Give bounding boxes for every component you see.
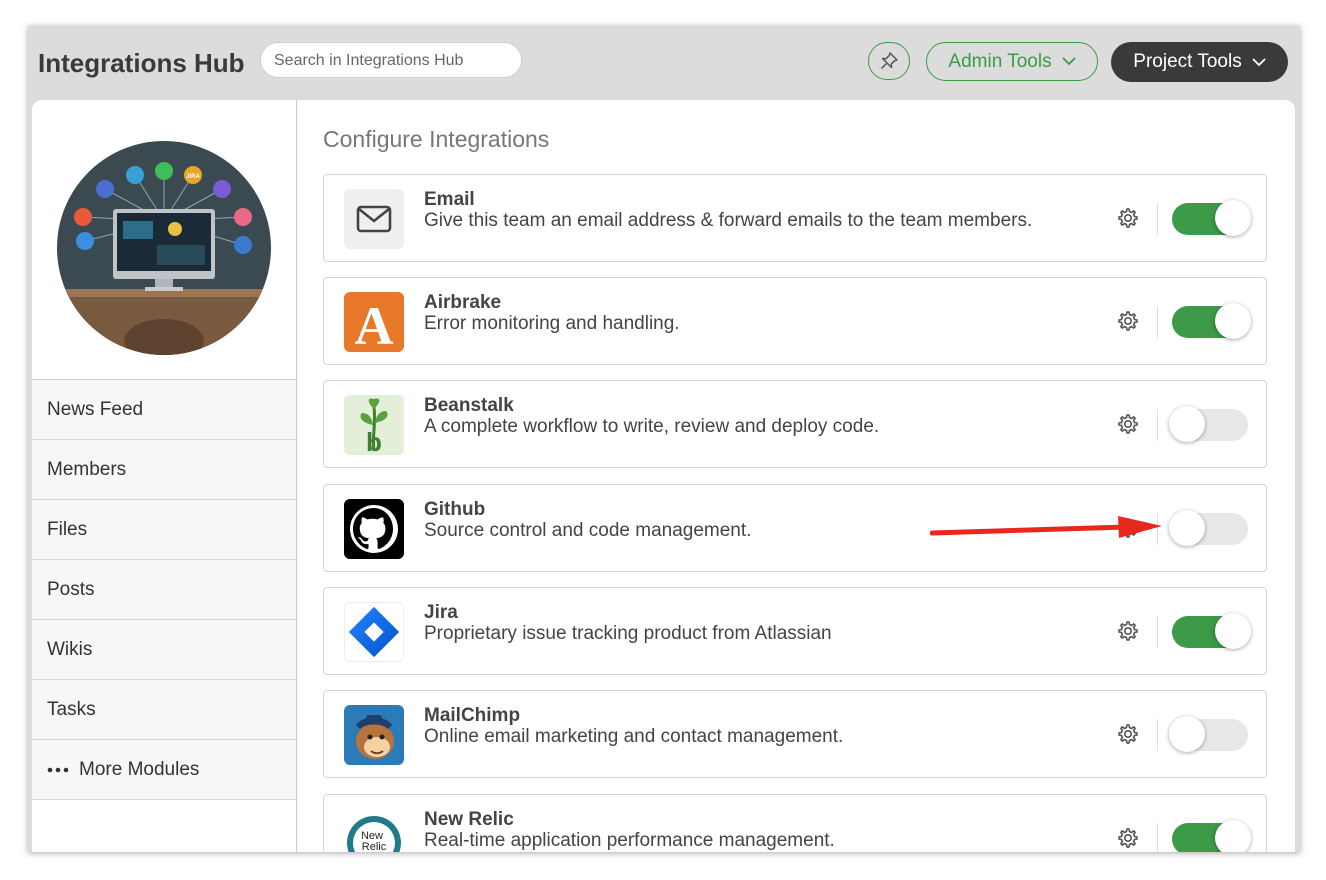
integration-card-github: Github Source control and code managemen… [323, 484, 1267, 572]
github-logo [344, 499, 404, 559]
beanstalk-logo-letter: b [366, 427, 382, 455]
separator [1157, 203, 1158, 235]
gear-icon[interactable] [1116, 412, 1140, 436]
toggle-knob [1215, 200, 1251, 236]
email-icon [344, 189, 404, 249]
project-tools-label: Project Tools [1133, 51, 1242, 72]
airbrake-logo-letter: A [355, 296, 394, 352]
gear-icon[interactable] [1116, 722, 1140, 746]
toggle-switch-new-relic[interactable] [1172, 820, 1251, 852]
sidebar-item-label: More Modules [79, 758, 200, 780]
separator [1157, 719, 1158, 751]
content-panel: JIRA News Feed Members Files Posts Wikis… [32, 100, 1295, 852]
integration-name: Beanstalk [424, 395, 514, 416]
toggle-knob [1169, 510, 1205, 546]
sidebar-item-members[interactable]: Members [32, 440, 296, 500]
integration-card-email: Email Give this team an email address & … [323, 174, 1267, 262]
hub-title: Integrations Hub [38, 48, 245, 78]
integration-description: A complete workflow to write, review and… [424, 416, 880, 437]
sidebar-item-label: Tasks [47, 698, 96, 720]
integration-name: New Relic [424, 809, 514, 830]
toggle-switch-github[interactable] [1169, 510, 1248, 546]
module-nav: News Feed Members Files Posts Wikis Task… [32, 380, 296, 800]
newrelic-logo-line2: Relic [362, 841, 387, 852]
main-content: Configure Integrations Email Give this t… [297, 100, 1295, 852]
admin-tools-label: Admin Tools [948, 50, 1052, 72]
toggle-knob [1169, 716, 1205, 752]
sidebar-item-label: News Feed [47, 398, 144, 420]
beanstalk-logo: b [344, 395, 404, 455]
sidebar-item-news-feed[interactable]: News Feed [32, 380, 296, 440]
toggle-knob [1215, 613, 1251, 649]
chevron-down-icon [1252, 57, 1266, 66]
separator [1157, 823, 1158, 852]
integration-card-jira: Jira Proprietary issue tracking product … [323, 587, 1267, 675]
integration-description: Source control and code management. [424, 520, 752, 541]
search-box[interactable] [260, 42, 522, 79]
toggle-switch-email[interactable] [1172, 200, 1251, 236]
integration-name: Github [424, 499, 486, 520]
sidebar-item-label: Files [47, 518, 88, 540]
section-title: Configure Integrations [323, 126, 550, 152]
sidebar-item-label: Members [47, 458, 127, 480]
toggle-knob [1215, 303, 1251, 339]
integration-name: Jira [424, 602, 458, 623]
pin-button[interactable] [868, 42, 910, 80]
integrations-illustration-icon: JIRA [57, 141, 271, 355]
toggle-switch-airbrake[interactable] [1172, 303, 1251, 339]
gear-icon[interactable] [1116, 516, 1140, 540]
app-window: Integrations Hub Admin Tools Project Too… [28, 26, 1300, 852]
sidebar-item-tasks[interactable]: Tasks [32, 680, 296, 740]
sidebar-item-label: Wikis [47, 638, 93, 660]
project-tools-button[interactable]: Project Tools [1111, 42, 1288, 82]
toggle-switch-beanstalk[interactable] [1169, 406, 1248, 442]
separator [1157, 513, 1158, 545]
search-input[interactable] [261, 43, 506, 79]
separator [1157, 306, 1158, 338]
integration-description: Give this team an email address & forwar… [424, 210, 1033, 231]
pin-icon [880, 52, 898, 70]
integration-card-mailchimp: MailChimp Online email marketing and con… [323, 690, 1267, 778]
integration-card-beanstalk: b Beanstalk A complete workflow to write… [323, 380, 1267, 468]
toggle-knob [1215, 820, 1251, 852]
gear-icon[interactable] [1116, 826, 1140, 850]
integration-card-airbrake: A Airbrake Error monitoring and handling… [323, 277, 1267, 365]
gear-icon[interactable] [1116, 206, 1140, 230]
airbrake-logo: A [344, 292, 404, 352]
integration-description: Real-time application performance manage… [424, 830, 835, 851]
avatar-area: JIRA [32, 100, 296, 380]
sidebar-item-files[interactable]: Files [32, 500, 296, 560]
avatar-badge-jira: JIRA [186, 174, 200, 180]
hub-avatar: JIRA [57, 141, 271, 355]
sidebar-item-wikis[interactable]: Wikis [32, 620, 296, 680]
integration-card-new-relic: New Relic New Relic Real-time applicatio… [323, 794, 1267, 852]
gear-icon[interactable] [1116, 619, 1140, 643]
gear-icon[interactable] [1116, 309, 1140, 333]
chevron-down-icon [1061, 57, 1076, 66]
sidebar-item-more-modules[interactable]: More Modules [32, 740, 296, 800]
toggle-knob [1169, 406, 1205, 442]
dots-icon [47, 767, 69, 772]
integration-name: Email [424, 189, 475, 210]
newrelic-logo: New Relic [344, 809, 404, 852]
toggle-switch-jira[interactable] [1172, 613, 1251, 649]
admin-tools-button[interactable]: Admin Tools [926, 42, 1098, 81]
integration-name: MailChimp [424, 705, 521, 726]
separator [1157, 616, 1158, 648]
integration-description: Online email marketing and contact manag… [424, 726, 844, 747]
integration-name: Airbrake [424, 292, 502, 313]
sidebar-item-label: Posts [47, 578, 95, 600]
integration-description: Proprietary issue tracking product from … [424, 623, 832, 644]
toggle-switch-mailchimp[interactable] [1169, 716, 1248, 752]
jira-logo [344, 602, 404, 662]
sidebar: JIRA News Feed Members Files Posts Wikis… [32, 100, 297, 852]
separator [1157, 409, 1158, 441]
integration-description: Error monitoring and handling. [424, 313, 680, 334]
mailchimp-logo [344, 705, 404, 765]
sidebar-item-posts[interactable]: Posts [32, 560, 296, 620]
